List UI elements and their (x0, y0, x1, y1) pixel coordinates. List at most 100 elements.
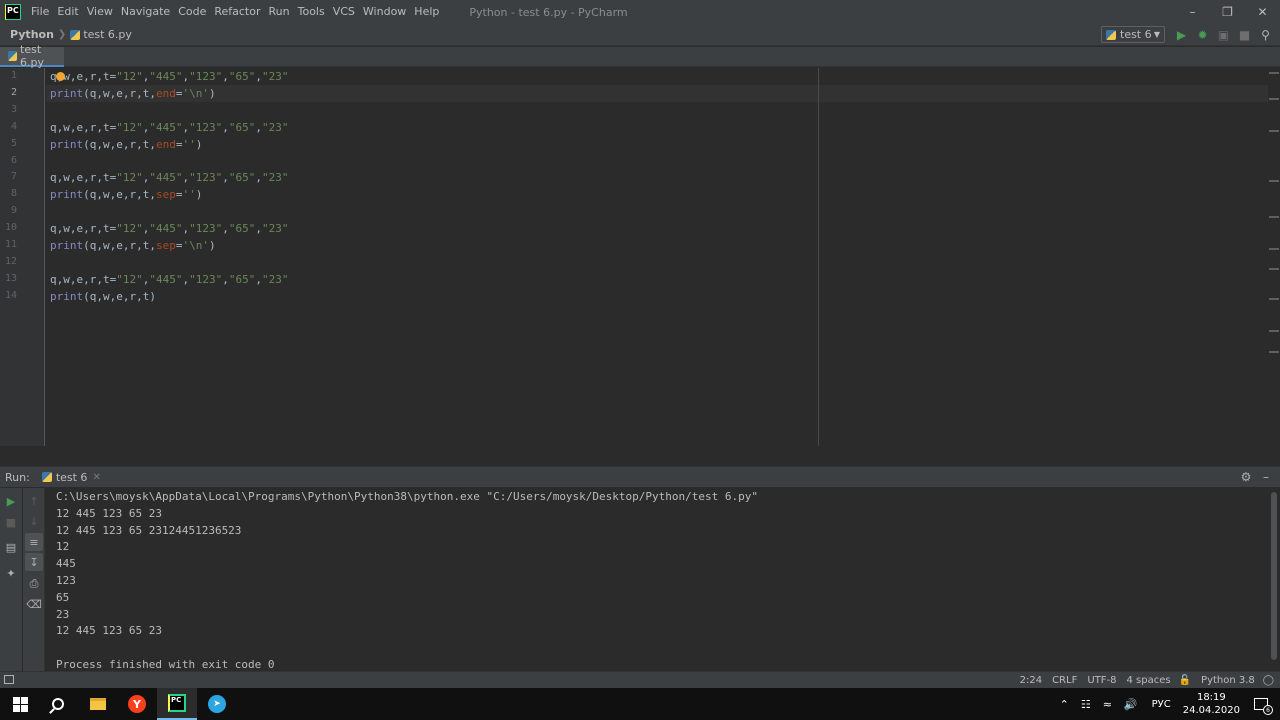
code-line: print(q,w,e,r,t) (50, 288, 156, 305)
line-number: 3 (10, 103, 17, 115)
scroll-to-end-icon[interactable]: ↧ (25, 553, 43, 571)
breadcrumb-project[interactable]: Python (10, 28, 54, 41)
tab-test6[interactable]: test 6.py (0, 43, 64, 69)
debug-icon[interactable]: ✹ (1192, 24, 1213, 46)
arrow-up-icon[interactable]: ↑ (25, 492, 43, 510)
code-token: "12" (116, 272, 143, 286)
line-number-gutter: 1 2 3 4 5 6 7 8 9 10 11 12 13 14 (0, 68, 45, 446)
hide-icon[interactable]: – (1256, 467, 1276, 487)
console-line: C:\Users\moysk\AppData\Local\Programs\Py… (56, 490, 758, 503)
run-configuration-select[interactable]: test 6 ▼ (1101, 26, 1165, 43)
print-icon[interactable]: ⎙ (25, 575, 43, 593)
menu-edit[interactable]: Edit (53, 0, 82, 24)
folder-icon (90, 698, 106, 710)
trash-icon[interactable]: ⌫ (25, 595, 43, 613)
caret-position[interactable]: 2:24 (1020, 675, 1042, 686)
stripe-marker[interactable] (1269, 298, 1279, 300)
lock-icon[interactable]: 🔓 (1179, 675, 1191, 686)
code-line: print(q,w,e,r,t,sep='\n') (50, 237, 216, 254)
arrow-down-icon[interactable]: ↓ (25, 512, 43, 530)
code-token: "65" (228, 70, 256, 83)
run-left-toolbar: ▶ ■ ▤ ✦ (0, 488, 22, 672)
menu-vcs[interactable]: VCS (329, 0, 359, 24)
search-icon (52, 698, 64, 710)
menu-tools[interactable]: Tools (294, 0, 329, 24)
file-explorer-button[interactable] (78, 688, 118, 720)
run-tab[interactable]: test 6 ✕ (41, 471, 101, 484)
pycharm-taskbar-button[interactable]: PC (157, 688, 197, 720)
code-token: "65" (228, 222, 256, 236)
code-token: (q,w,e,r,t, (83, 86, 156, 100)
restore-icon[interactable]: ❐ (1210, 0, 1245, 24)
stripe-marker[interactable] (1269, 248, 1279, 250)
intention-bulb-icon[interactable] (56, 72, 65, 81)
code-token: , (222, 222, 229, 236)
close-tab-icon[interactable]: ✕ (92, 472, 100, 483)
stripe-marker[interactable] (1269, 351, 1279, 353)
menu-refactor[interactable]: Refactor (210, 0, 264, 24)
wifi-icon[interactable]: ≈ (1103, 698, 1112, 711)
inspector-icon[interactable]: ◯ (1263, 675, 1274, 686)
python-interpreter[interactable]: Python 3.8 (1201, 675, 1255, 686)
menu-code[interactable]: Code (174, 0, 210, 24)
stop-icon[interactable]: ■ (1234, 24, 1255, 46)
breadcrumb-file[interactable]: test 6.py (70, 28, 132, 41)
stripe-marker[interactable] (1269, 130, 1279, 132)
console-line: 12 445 123 65 23 (56, 624, 162, 638)
code-token: end (155, 86, 176, 100)
stripe-marker[interactable] (1269, 268, 1279, 270)
breadcrumb: Python ❯ test 6.py (10, 28, 132, 41)
line-number: 7 (10, 171, 17, 183)
network-icon[interactable]: ☷ (1081, 698, 1091, 711)
minimize-icon[interactable]: – (1175, 0, 1210, 24)
clock[interactable]: 18:19 24.04.2020 (1183, 691, 1240, 717)
menu-navigate[interactable]: Navigate (117, 0, 174, 24)
stop-icon[interactable]: ■ (2, 513, 20, 531)
stripe-marker[interactable] (1269, 330, 1279, 332)
code-line: print(q,w,e,r,t,sep='') (50, 186, 202, 203)
search-button[interactable] (38, 688, 78, 720)
code-editor[interactable]: 1 2 3 4 5 6 7 8 9 10 11 12 13 14 q,w,e,r,t="12","445"… (0, 68, 1280, 446)
console-output[interactable]: C:\Users\moysk\AppData\Local\Programs\Py… (46, 488, 1268, 672)
clock-time: 18:19 (1196, 692, 1226, 703)
search-icon[interactable]: ⚲ (1255, 24, 1276, 46)
soft-wrap-icon[interactable]: ≡ (25, 533, 43, 551)
chevron-up-icon[interactable]: ⌃ (1060, 698, 1069, 711)
code-token: "123" (189, 272, 223, 286)
rerun-icon[interactable]: ▶ (2, 492, 20, 510)
yandex-browser-button[interactable]: Y (117, 688, 157, 720)
start-button[interactable] (0, 688, 40, 720)
main-menu: File Edit View Navigate Code Refactor Ru… (27, 0, 443, 24)
console-scrollbar[interactable] (1268, 488, 1280, 672)
stripe-marker[interactable] (1269, 216, 1279, 218)
menu-window[interactable]: Window (359, 0, 410, 24)
code-token: "123" (189, 171, 223, 185)
scrollbar-thumb[interactable] (1271, 492, 1277, 660)
pycharm-logo-icon[interactable]: PC (5, 4, 21, 20)
indent-setting[interactable]: 4 spaces (1127, 675, 1171, 686)
code-line: q,w,e,r,t="12","445","123","65","23" (50, 169, 288, 186)
stripe-marker[interactable] (1269, 180, 1279, 182)
notification-icon[interactable]: 6 (1254, 698, 1273, 715)
file-encoding[interactable]: UTF-8 (1087, 675, 1116, 686)
close-icon[interactable]: ✕ (1245, 0, 1280, 24)
tool-windows-icon[interactable] (4, 675, 14, 684)
menu-help[interactable]: Help (410, 0, 443, 24)
input-language[interactable]: РУС (1152, 699, 1171, 710)
line-number: 5 (10, 137, 17, 149)
volume-icon[interactable]: 🔊 (1124, 698, 1138, 711)
stripe-marker[interactable] (1269, 98, 1279, 100)
run-icon[interactable]: ▶ (1171, 24, 1192, 46)
gear-icon[interactable]: ⚙ (1236, 467, 1256, 487)
pin-icon[interactable]: ✦ (2, 564, 20, 582)
layout-icon[interactable]: ▤ (2, 538, 20, 556)
stripe-marker[interactable] (1269, 72, 1279, 74)
line-separator[interactable]: CRLF (1052, 675, 1077, 686)
line-number: 10 (4, 222, 17, 234)
menu-run[interactable]: Run (265, 0, 294, 24)
telegram-button[interactable]: ➤ (197, 688, 237, 720)
coverage-icon[interactable]: ▣ (1213, 24, 1234, 46)
menu-file[interactable]: File (27, 0, 53, 24)
code-token: '\n' (182, 239, 209, 252)
menu-view[interactable]: View (83, 0, 117, 24)
